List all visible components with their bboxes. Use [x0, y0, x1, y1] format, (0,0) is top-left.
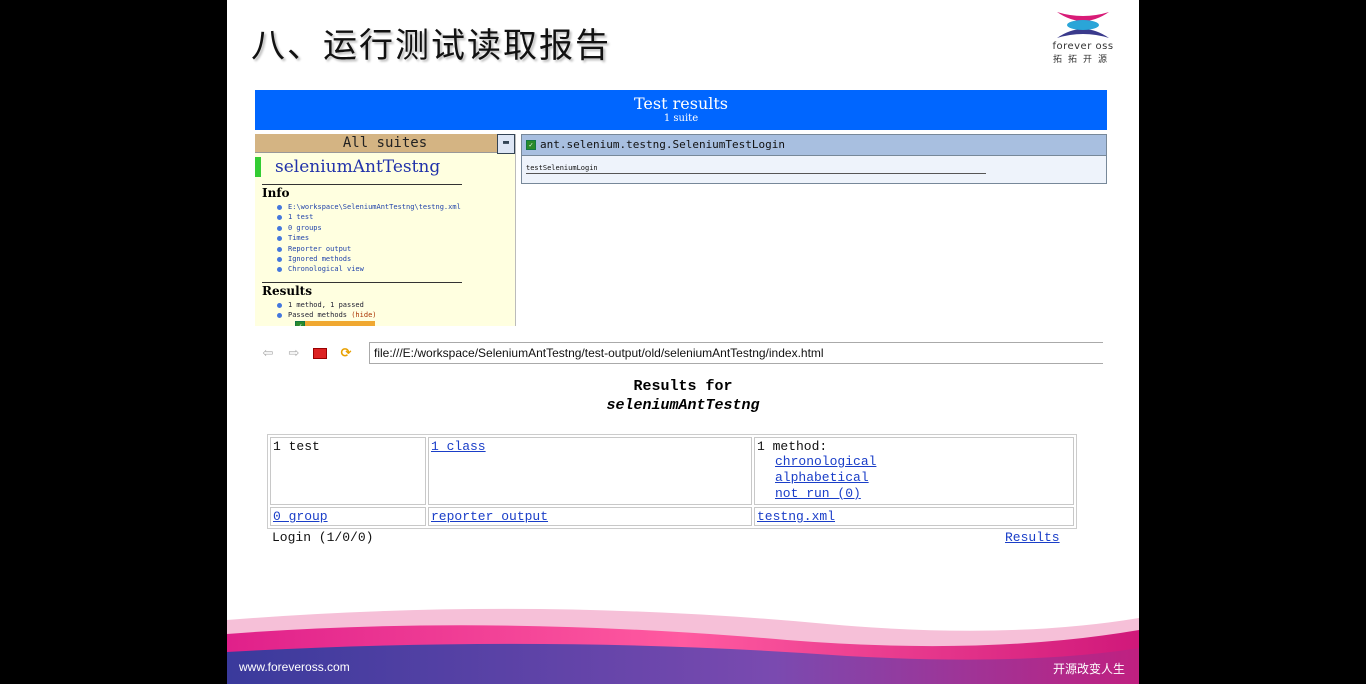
table-row: 1 test 1 class 1 method: chronological a… — [270, 437, 1074, 505]
forward-arrow-icon[interactable]: ⇨ — [285, 345, 303, 361]
info-item-times[interactable]: Times — [277, 233, 515, 243]
logo-subtext: 拓拓开源 — [1052, 55, 1113, 65]
hide-link[interactable]: (hide) — [351, 311, 376, 319]
slide-footer: www.foreveross.com 开源改变人生 — [227, 600, 1139, 684]
class-body: testSeleniumLogin — [521, 156, 1107, 184]
method-name: testSeleniumLogin — [526, 164, 986, 174]
tests-cell: 1 test — [270, 437, 426, 505]
results-heading: Results — [262, 281, 462, 298]
checkbox-icon: ✓ — [526, 140, 536, 150]
slide-title: 八、运行测试读取报告 — [251, 26, 611, 66]
logo-text: forever oss — [1052, 41, 1114, 52]
results-list: 1 method, 1 passed Passed methods (hide) — [277, 300, 515, 321]
testng-header-title: Test results — [633, 94, 728, 113]
results-link[interactable]: Results — [1005, 530, 1060, 545]
testng-header: Test results 1 suite — [255, 90, 1107, 130]
footer-wave-graphic — [227, 608, 1139, 684]
info-item-reporter-output[interactable]: Reporter output — [277, 244, 515, 254]
logo-icon — [1057, 12, 1109, 38]
summary-table: 1 test 1 class 1 method: chronological a… — [267, 434, 1077, 529]
method-links: chronological alphabetical not run (0) — [757, 454, 1071, 502]
methods-label: 1 method: — [757, 439, 828, 454]
chronological-link[interactable]: chronological — [775, 454, 876, 469]
footer-url: www.foreveross.com — [239, 660, 350, 674]
collapse-icon[interactable]: ▬ — [497, 134, 515, 154]
url-bar[interactable]: file:///E:/workspace/SeleniumAntTestng/t… — [369, 342, 1103, 364]
info-item-testng-xml[interactable]: E:\workspace\SeleniumAntTestng\testng.xm… — [277, 202, 515, 212]
info-item-groups[interactable]: 0 groups — [277, 223, 515, 233]
info-item-ignored-methods[interactable]: Ignored methods — [277, 254, 515, 264]
not-run-link[interactable]: not run (0) — [775, 486, 861, 501]
info-item-tests[interactable]: 1 test — [277, 212, 515, 222]
reporter-output-link[interactable]: reporter output — [431, 509, 548, 524]
reporter-cell: reporter output — [428, 507, 752, 526]
info-item-chronological[interactable]: Chronological view — [277, 264, 515, 274]
passed-method-row[interactable]: ✓testSeleniumLogin — [295, 320, 375, 326]
checkbox-icon: ✓ — [295, 320, 305, 326]
groups-cell: 0 group — [270, 507, 426, 526]
report-suite-name: seleniumAntTestng — [606, 397, 760, 414]
browser-nav: ⇦ ⇨ ⟳ — [259, 344, 355, 362]
results-summary: 1 method, 1 passed — [277, 300, 515, 310]
all-suites-label: All suites — [342, 135, 428, 151]
info-heading: Info — [262, 184, 462, 200]
testng-header-subtitle: 1 suite — [663, 113, 699, 124]
testng-xml-cell: testng.xml — [754, 507, 1074, 526]
groups-link[interactable]: 0 group — [273, 509, 328, 524]
alphabetical-link[interactable]: alphabetical — [775, 470, 869, 485]
table-row: 0 group reporter output testng.xml — [270, 507, 1074, 526]
classes-cell: 1 class — [428, 437, 752, 505]
logo: forever oss 拓拓开源 — [1039, 10, 1127, 68]
testng-xml-link[interactable]: testng.xml — [757, 509, 835, 524]
all-suites-bar: All suites ▬ — [255, 134, 515, 154]
classes-link[interactable]: 1 class — [431, 439, 486, 454]
methods-cell: 1 method: chronological alphabetical not… — [754, 437, 1074, 505]
login-summary: Login (1/0/0) — [272, 530, 374, 545]
testng-suite-panel: All suites ▬ seleniumAntTestng Info E:\w… — [255, 134, 516, 326]
suite-name-link[interactable]: seleniumAntTestng — [255, 157, 515, 177]
back-arrow-icon[interactable]: ⇦ — [259, 345, 277, 361]
footer-slogan: 开源改变人生 — [1052, 662, 1125, 676]
class-name: ant.selenium.testng.SeleniumTestLogin — [540, 138, 786, 151]
stop-icon[interactable] — [311, 345, 329, 361]
passed-methods-item: Passed methods (hide) — [277, 310, 515, 320]
info-list: E:\workspace\SeleniumAntTestng\testng.xm… — [277, 202, 515, 275]
report-title: Results for — [633, 378, 733, 395]
passed-methods-label: Passed methods — [288, 311, 352, 320]
refresh-icon[interactable]: ⟳ — [337, 345, 355, 361]
slide: 八、运行测试读取报告 forever oss 拓拓开源 Test results… — [227, 0, 1139, 684]
class-header[interactable]: ✓ ant.selenium.testng.SeleniumTestLogin — [521, 134, 1107, 156]
